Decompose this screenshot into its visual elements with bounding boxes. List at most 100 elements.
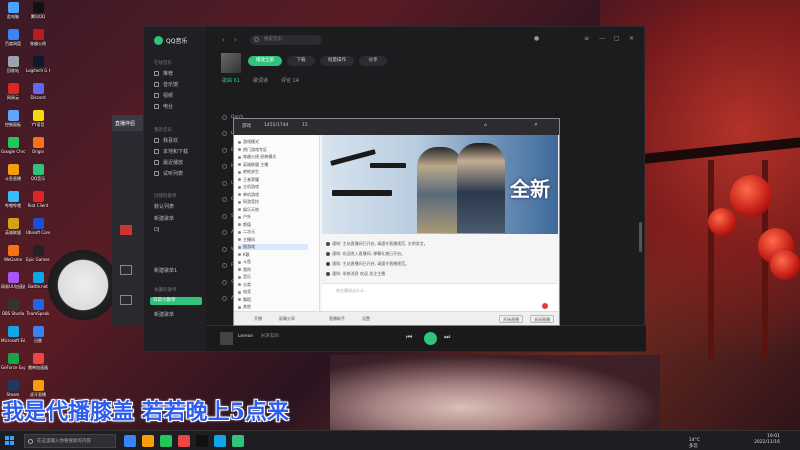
clock[interactable]: 19:01 2022/11/16 (754, 434, 780, 446)
forward-arrow-icon[interactable]: › (234, 36, 237, 44)
sidebar-item[interactable]: 本地和下载 (154, 148, 188, 155)
desktop-icon[interactable]: Epic Games Launcher (26, 245, 50, 262)
scene-tree-item[interactable]: 王者荣耀 (238, 177, 259, 183)
scene-tree-item[interactable]: 电竞 (238, 289, 251, 295)
home-icon[interactable]: ⌂ (484, 123, 487, 128)
heart-icon[interactable] (222, 197, 227, 202)
scene-tree-item[interactable]: 户外 (238, 214, 251, 220)
tab-songs[interactable]: 歌曲 61 (222, 77, 240, 84)
live-broadcast-window[interactable]: 游戏 1455/1744 15 ⌂ ✕ 游戏模式 热门游戏专区 穿越火线 经典模式英… (233, 118, 560, 326)
heart-icon[interactable] (222, 131, 227, 136)
desktop-icon[interactable]: GeForce Experience (1, 353, 25, 370)
taskbar-app-icon[interactable] (232, 435, 244, 447)
stop-live-button[interactable]: 关闭直播 (530, 315, 554, 323)
scene-tree-item[interactable]: K歌 (238, 252, 250, 258)
taskbar-app-icon[interactable] (196, 435, 208, 447)
heart-icon[interactable] (222, 147, 227, 153)
scene-tree-item[interactable]: 图游戏 (238, 244, 308, 250)
batch-button[interactable]: 批量操作 (320, 56, 354, 66)
heart-icon[interactable] (222, 263, 227, 268)
download-button[interactable]: 下载 (287, 56, 315, 66)
taskbar-app-icon[interactable] (160, 435, 172, 447)
desktop-icon[interactable]: YY语音 (26, 110, 50, 128)
scene-tree-item[interactable]: 网游竞技 (238, 199, 259, 205)
scene-tree-item[interactable]: 娱乐天地 (238, 207, 259, 213)
live-companion-icon[interactable] (120, 225, 132, 235)
scene-tree-item[interactable]: 绝地求生 (238, 169, 259, 175)
heart-icon[interactable] (222, 164, 227, 169)
desktop-icon[interactable]: 迅雷 (26, 326, 50, 344)
now-playing-title[interactable]: Lemon 米津玄師 (238, 333, 279, 339)
sidebar-item-active[interactable]: 日常小歌单 (150, 297, 202, 305)
desktop-icon[interactable]: 穿越火线 (26, 29, 50, 47)
scene-tree-item[interactable]: 颜值 (238, 222, 251, 228)
scene-tree-item[interactable]: 其他 (238, 304, 251, 310)
scene-tree-item[interactable]: 热门游戏专区 (238, 147, 267, 153)
desktop-icon[interactable]: 此电脑 (1, 2, 25, 20)
share-button[interactable]: 分享 (359, 56, 387, 66)
desktop-icon[interactable]: Microsoft Edge (1, 326, 25, 343)
desktop-icon[interactable]: 哔哩哔哩 (1, 191, 25, 209)
desktop-icon[interactable]: Battle.net (26, 272, 50, 289)
play-pause-button[interactable] (424, 332, 437, 345)
sidebar-item[interactable]: 试听列表 (154, 170, 183, 177)
scene-tree-item[interactable]: 穿越火线 经典模式 (238, 154, 276, 160)
desktop-icon[interactable]: 英雄联盟 (1, 218, 25, 236)
sidebar-item[interactable]: 新建歌单 (154, 215, 174, 222)
sidebar-item[interactable]: 音乐馆 (154, 81, 178, 88)
weather-label[interactable]: 14°C 多云 (689, 438, 700, 449)
live-companion-icon[interactable] (120, 295, 132, 305)
scene-tree-item[interactable]: 单机游戏 (238, 192, 259, 198)
search-input[interactable]: 搜索音乐 (250, 35, 322, 45)
minimize-icon[interactable]: — (599, 35, 605, 42)
desktop-icon[interactable]: 腾讯QQ (26, 2, 50, 20)
desktop-icon[interactable]: TeamSpeak (26, 299, 50, 316)
desktop-icon[interactable]: Discord (26, 83, 50, 100)
desktop-icon[interactable]: Google Chrome (1, 137, 25, 154)
desktop-icon[interactable]: WeGame (1, 245, 25, 262)
taskbar-app-icon[interactable] (142, 435, 154, 447)
close-icon[interactable]: ✕ (629, 35, 634, 42)
heart-icon[interactable] (222, 279, 227, 285)
bottom-item[interactable]: 设置 (362, 316, 370, 322)
desktop-icon[interactable]: 控制面板 (1, 110, 25, 128)
desktop-icon[interactable]: Origin (26, 137, 50, 154)
heart-icon[interactable] (222, 114, 227, 120)
scene-tree-item[interactable]: 主播间 (238, 237, 255, 243)
heart-icon[interactable] (222, 296, 227, 301)
live-companion-window[interactable]: 直播伴侣 (112, 115, 144, 325)
send-button[interactable] (542, 303, 548, 309)
sidebar-item[interactable]: 最近播放 (154, 159, 183, 166)
back-arrow-icon[interactable]: ‹ (222, 36, 225, 44)
next-icon[interactable]: ⏭ (444, 333, 450, 342)
sidebar-item[interactable]: DJ (154, 227, 159, 233)
desktop-icon[interactable]: 斗鱼直播 (1, 164, 25, 182)
scene-tree-item[interactable]: 舞蹈 (238, 297, 251, 303)
scene-tree-item[interactable]: 音乐 (238, 274, 251, 280)
sidebar-item[interactable]: 新建歌单 (154, 311, 174, 318)
sidebar-item[interactable]: 电台 (154, 103, 173, 110)
desktop-icon[interactable]: Riot Client (26, 191, 50, 208)
desktop-icon[interactable]: 回收站 (1, 56, 25, 74)
sidebar-item[interactable]: 我喜欢 (154, 137, 178, 144)
desktop-icon[interactable]: 雷神加速器 (26, 353, 50, 371)
taskbar-search[interactable]: 在这里输入你要搜索的内容 (24, 434, 116, 448)
desktop-icon[interactable]: QQ音乐 (26, 164, 50, 182)
scene-tree-item[interactable]: 斗鱼 (238, 259, 251, 265)
desktop-icon[interactable]: 网易云 (1, 83, 25, 101)
desktop-icon[interactable]: OBS Studio (1, 299, 25, 316)
taskbar-app-icon[interactable] (178, 435, 190, 447)
desktop-icon[interactable]: 百度网盘 (1, 29, 25, 47)
live-companion-icon[interactable] (120, 265, 132, 275)
scene-tree-item[interactable]: 分类 (238, 282, 251, 288)
tab-lyrics[interactable]: 歌词诗 (253, 77, 268, 84)
heart-icon[interactable] (222, 230, 227, 235)
desktop-icon[interactable]: Ubisoft Connect (26, 218, 50, 235)
close-icon[interactable]: ✕ (534, 123, 538, 128)
bottom-item[interactable]: 直播助手 (329, 316, 345, 322)
tab-comments[interactable]: 评论 14 (281, 77, 299, 84)
scene-tree-item[interactable]: 主机游戏 (238, 184, 259, 190)
avatar[interactable]: ● (534, 35, 539, 42)
desktop-icon[interactable]: Logitech G HUB (26, 56, 50, 73)
chat-input[interactable]: 和主播说点什么... (322, 283, 558, 313)
